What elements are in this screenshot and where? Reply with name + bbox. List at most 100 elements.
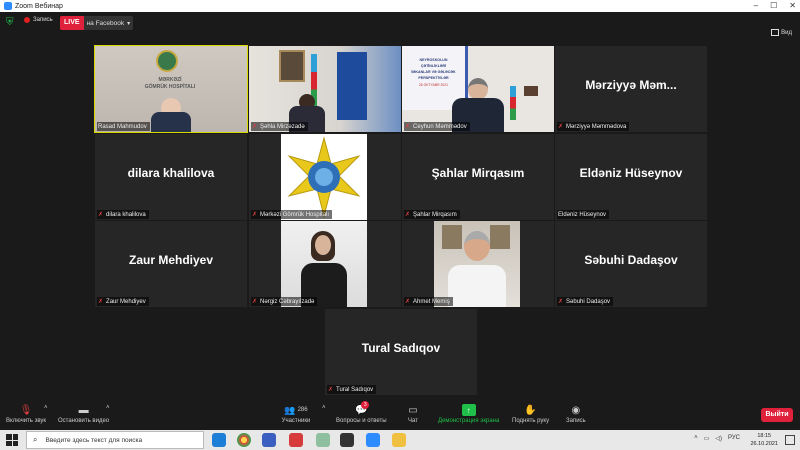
participant-display-name: Eldəniz Hüseynov [579,166,683,180]
taskbar-search-input[interactable]: ⌕ Введите здесь текст для поиска [26,431,204,449]
participants-count: 286 [297,407,308,413]
participant-display-name: Zaur Mehdiyev [128,253,214,267]
muted-mic-icon: ✗ [558,124,564,130]
hospital-emblem-icon [156,50,178,72]
stop-video-button[interactable]: ▬ Остановить видео [58,404,109,425]
participant-name: Səbuhi Dadaşov [566,298,611,305]
raise-hand-label: Поднять руку [512,418,550,424]
qa-badge: 3 [361,401,370,409]
participant-name-tag: ✗ Mərkəzi Gömrük Hospitalı [251,210,333,219]
muted-mic-icon: ✗ [558,299,564,305]
system-tray: ˄ ▭ ◁) РУС [694,435,740,442]
chrome-icon[interactable] [237,433,251,447]
muted-mic-icon: ✗ [405,299,411,305]
chat-button[interactable]: ▭ Чат [406,404,420,425]
banner-line2: ÇƏTİNLİKLƏRİ [420,64,447,68]
share-screen-button[interactable]: ↑ Демонстрация экрана [438,404,499,424]
video-tile[interactable]: MƏRKƏZİ GÖMRÜK HOSPİTALI Rasad Mahmudov [94,45,248,133]
muted-mic-icon: ✗ [252,124,258,130]
qa-button[interactable]: 💬 3 Вопросы и ответы [336,401,387,424]
video-tile[interactable]: ✗ Nərgiz Cəbrayılzadə [249,221,401,307]
participant-name-tag: ✗ Nərgiz Cəbrayılzadə [251,297,318,306]
participants-caret-icon[interactable]: ˄ [322,405,326,411]
search-placeholder: Введите здесь текст для поиска [45,436,143,444]
banner-line3: İMKANLAR VƏ GƏLƏCƏK [411,70,456,74]
video-feed [281,134,367,220]
video-tile[interactable]: Tural Sadıqov ✗ Tural Sadıqov [325,309,477,395]
muted-mic-icon: ✗ [98,299,104,305]
video-tile[interactable]: Eldəniz Hüseynov Eldəniz Hüseynov [555,134,707,220]
participant-name-tag: ✗ Tural Sadıqov [327,385,377,394]
tray-chevron-icon[interactable]: ˄ [694,435,698,442]
clock-time: 18:15 [757,433,772,439]
windows-taskbar: ⌕ Введите здесь текст для поиска ˄ ▭ ◁) … [0,430,800,450]
participants-button[interactable]: 👥 286 Участники [281,404,311,425]
customs-emblem-icon [287,136,361,218]
wall-frame [490,225,510,249]
participant-name-tag: ✗ Zaur Mehdiyev [97,297,149,306]
app-icon[interactable] [289,433,303,447]
participant-name-tag: ✗ Ahmet Memiş [404,297,453,306]
participant-name-tag: ✗ Səbuhi Dadaşov [557,297,614,306]
video-tile[interactable]: Səbuhi Dadaşov ✗ Səbuhi Dadaşov [555,221,707,307]
photo-frame [524,86,538,96]
record-icon: ◉ [571,404,581,416]
video-feed [434,221,520,307]
video-tile[interactable]: Zaur Mehdiyev ✗ Zaur Mehdiyev [95,221,247,307]
participants-label: Участники [281,418,311,424]
hand-icon: ✋ [524,404,537,416]
participant-name-tag: Eldəniz Hüseynov [557,210,610,219]
raise-hand-button[interactable]: ✋ Поднять руку [512,404,550,425]
file-explorer-icon[interactable] [392,433,406,447]
participant-name: Şəhla Mirzəzadə [260,123,305,130]
qa-label: Вопросы и ответы [336,418,387,424]
participant-display-name: Səbuhi Dadaşov [584,253,678,267]
video-tile[interactable]: ✗ Şəhla Mirzəzadə [249,46,401,132]
person-body [151,112,191,132]
notification-icon[interactable] [785,435,795,445]
terminal-icon[interactable] [340,433,354,447]
participant-name: Zaur Mehdiyev [106,298,146,305]
banner-line1: NEYROSKOLUN [419,58,448,62]
network-icon[interactable]: ▭ [704,435,710,442]
muted-mic-icon: ✗ [405,212,411,218]
person-head [468,78,488,100]
participant-display-name: Şahlar Mirqasım [431,166,525,180]
video-tile[interactable]: dilara khalilova ✗ dilara khalilova [95,134,247,220]
leave-button[interactable]: Выйти [761,408,793,422]
edge-icon[interactable] [212,433,226,447]
video-tile[interactable]: Mərziyyə Məm... ✗ Mərziyyə Məmmədova [555,46,707,132]
participant-name: Ceyhun Məmmədov [413,123,467,130]
video-tile[interactable]: ✗ Mərkəzi Gömrük Hospitalı [249,134,401,220]
qa-icon: 💬 3 [355,401,370,416]
video-options-caret-icon[interactable]: ˄ [106,405,110,411]
language-indicator[interactable]: РУС [728,435,740,442]
video-tile[interactable]: NEYROSKOLUN ÇƏTİNLİKLƏRİ İMKANLAR VƏ GƏL… [402,46,554,132]
wall-frame [442,225,462,249]
participant-name-tag: ✗ Şəhla Mirzəzadə [251,122,308,131]
volume-icon[interactable]: ◁) [715,435,722,442]
video-feed: NEYROSKOLUN ÇƏTİNLİKLƏRİ İMKANLAR VƏ GƏL… [402,46,554,132]
participant-name: Eldəniz Hüseynov [558,211,607,218]
app-icon[interactable] [316,433,330,447]
participant-name: Ahmet Memiş [413,298,450,305]
unmute-button[interactable]: 🎙 Включить звук [6,404,47,425]
muted-mic-icon: ✗ [252,212,258,218]
video-tile[interactable]: ✗ Ahmet Memiş [402,221,554,307]
taskbar-clock[interactable]: 18:15 26.10.2021 [750,432,778,448]
windows-start-icon[interactable] [6,434,18,446]
clock-date: 26.10.2021 [750,441,778,447]
video-tile[interactable]: Şahlar Mirqasım ✗ Şahlar Mirqasım [402,134,554,220]
participant-display-name: dilara khalilova [127,166,215,180]
zoom-taskbar-icon[interactable] [366,433,380,447]
participants-icon: 👥 286 [284,404,308,415]
participant-name-tag: ✗ dilara khalilova [97,210,149,219]
banner-date: 26 OKTYABR 2021 [418,83,449,87]
audio-options-caret-icon[interactable]: ˄ [44,405,48,411]
participant-name: Mərziyyə Məmmədova [566,123,627,130]
hospital-sign-line2: GÖMRÜK HOSPİTALI [144,84,196,90]
app-icon[interactable] [262,433,276,447]
record-button[interactable]: ◉ Запись [566,404,586,425]
unmute-label: Включить звук [6,418,47,424]
video-feed [249,46,401,132]
